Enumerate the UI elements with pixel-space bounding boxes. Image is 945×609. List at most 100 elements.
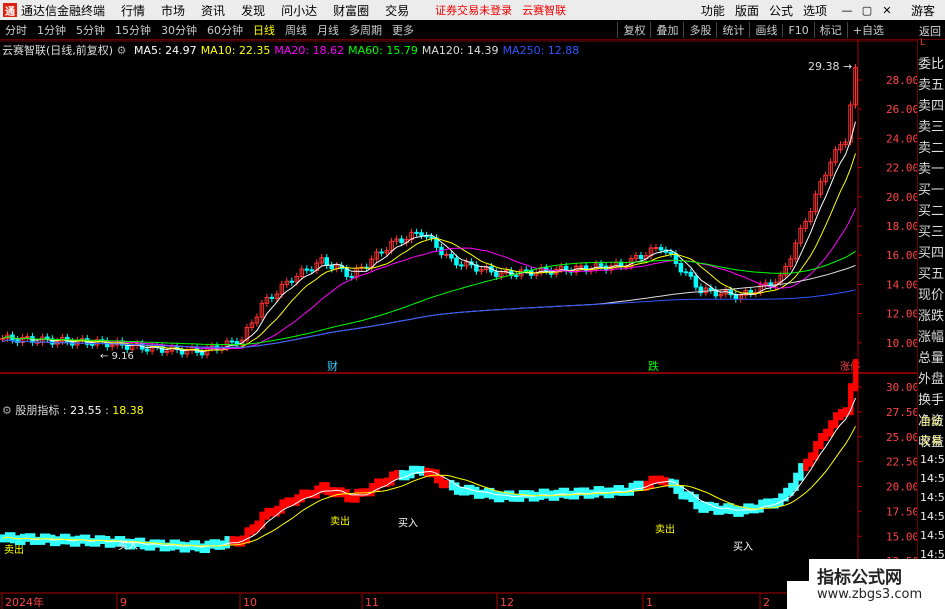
kline-chart[interactable]: 28.00 26.00 24.00 22.00 20.00 18.00 16.00 14.00… bbox=[0, 40, 917, 609]
indicator-bar bbox=[808, 452, 814, 467]
menu-item-market[interactable]: 市场 bbox=[161, 2, 185, 19]
indicator-bar bbox=[533, 491, 540, 502]
tick-time-label: 14:56 bbox=[920, 529, 945, 542]
candle-body bbox=[494, 271, 499, 277]
indicator-bar bbox=[658, 475, 664, 486]
indicator-bar bbox=[344, 489, 350, 503]
menu-item-formula[interactable]: 公式 bbox=[769, 2, 793, 19]
indicator-bar bbox=[74, 535, 81, 547]
back-button[interactable]: 返回 bbox=[919, 23, 941, 39]
period-tab[interactable]: 多周期 bbox=[344, 22, 387, 38]
indicator-bar bbox=[99, 535, 106, 544]
period-tab[interactable]: 月线 bbox=[312, 22, 344, 38]
indicator-bar bbox=[823, 428, 829, 441]
tool-stats[interactable]: 统计 bbox=[716, 22, 749, 38]
tool-f10[interactable]: F10 bbox=[782, 23, 813, 37]
candle-body bbox=[269, 296, 275, 299]
maximize-button[interactable]: ▢ bbox=[857, 4, 877, 17]
indicator-name: 股朋指标 bbox=[15, 404, 60, 417]
tool-mark[interactable]: 标记 bbox=[813, 22, 847, 38]
candle-body bbox=[578, 265, 584, 268]
candle-body bbox=[329, 264, 334, 270]
minimize-button[interactable]: — bbox=[837, 4, 857, 17]
watermark-url: www.zbgs3.com bbox=[817, 587, 923, 602]
quote-field-label: 买四 bbox=[918, 246, 945, 261]
ind-tick-label: 15.00 bbox=[886, 530, 917, 543]
candle-body bbox=[25, 336, 30, 339]
candle-body bbox=[419, 232, 424, 236]
tool-multi[interactable]: 多股 bbox=[683, 22, 716, 38]
indicator-bar bbox=[828, 420, 834, 437]
indicator-bar bbox=[379, 478, 385, 488]
menu-item-discover[interactable]: 发现 bbox=[241, 2, 265, 19]
candle-body bbox=[459, 264, 464, 267]
candle-body bbox=[583, 265, 589, 272]
indicator-bar bbox=[19, 533, 26, 546]
indicator-bar bbox=[34, 536, 41, 545]
candle-body bbox=[683, 271, 689, 274]
stock-title: 云赛智联(日线,前复权) bbox=[2, 44, 114, 57]
candle-body bbox=[688, 271, 694, 277]
indicator-bar bbox=[269, 507, 275, 517]
candle-body bbox=[733, 294, 739, 300]
period-tab-more[interactable]: 更多 bbox=[387, 22, 419, 38]
menu-item-wealth[interactable]: 财富圈 bbox=[333, 2, 369, 19]
candle-body bbox=[454, 257, 459, 266]
period-tab-active[interactable]: 日线 bbox=[248, 22, 280, 38]
indicator-bar bbox=[818, 432, 824, 450]
tick-time-label: 自动 bbox=[920, 415, 942, 428]
menu-item-function[interactable]: 功能 bbox=[701, 2, 725, 19]
indicator-bar bbox=[738, 506, 744, 517]
ind-tick-label: 22.50 bbox=[886, 456, 917, 469]
period-tab[interactable]: 60分钟 bbox=[202, 22, 248, 38]
tick-time-label: 14:56 bbox=[920, 472, 945, 485]
period-tab[interactable]: 5分钟 bbox=[71, 22, 110, 38]
period-tab[interactable]: 30分钟 bbox=[156, 22, 202, 38]
quote-field-label: 换手 bbox=[918, 393, 945, 408]
indicator-bar bbox=[713, 503, 719, 515]
quote-field-label: 卖二 bbox=[918, 141, 945, 156]
menu-item-news[interactable]: 资讯 bbox=[201, 2, 225, 19]
quote-field-label: 卖四 bbox=[918, 99, 945, 114]
indicator-bar bbox=[314, 485, 320, 499]
settings-icon[interactable]: ⚙ bbox=[117, 44, 127, 57]
quote-field-label: 涨跌 bbox=[918, 309, 945, 324]
ma-line bbox=[2, 121, 856, 353]
period-tab[interactable]: 分时 bbox=[0, 22, 32, 38]
signal-label-buy: 买入 bbox=[118, 540, 138, 552]
indicator-bar bbox=[463, 484, 470, 496]
menu-item-ask[interactable]: 问小达 bbox=[281, 2, 317, 19]
login-notice[interactable]: 证券交易未登录 bbox=[435, 2, 512, 18]
menu-item-quotes[interactable]: 行情 bbox=[121, 2, 145, 19]
settings-icon[interactable]: ⚙ bbox=[2, 404, 12, 417]
ma-legend-item: MA5: 24.97 bbox=[133, 44, 197, 57]
watermark-logo-icon bbox=[787, 559, 809, 581]
period-tab[interactable]: 周线 bbox=[280, 22, 312, 38]
candle-body bbox=[199, 351, 205, 356]
price-tick-label: 10.00 bbox=[886, 337, 917, 350]
signal-label-sell: 卖出 bbox=[4, 543, 24, 556]
candle-body bbox=[414, 231, 419, 234]
indicator-bar bbox=[433, 469, 440, 484]
indicator-line bbox=[2, 426, 856, 547]
indicator-bar bbox=[718, 505, 724, 515]
period-tab[interactable]: 15分钟 bbox=[110, 22, 156, 38]
user-label[interactable]: 游客 bbox=[911, 2, 935, 19]
indicator-legend: ⚙ 股朋指标 : 23.55 : 18.38 bbox=[2, 404, 144, 417]
close-button[interactable]: ✕ bbox=[877, 4, 897, 17]
menu-item-layout[interactable]: 版面 bbox=[735, 2, 759, 19]
indicator-bar bbox=[778, 493, 784, 506]
indicator-bar bbox=[324, 482, 330, 496]
menu-item-options[interactable]: 选项 bbox=[803, 2, 827, 19]
indicator-value-1: 23.55 bbox=[70, 404, 102, 417]
indicator-bar bbox=[44, 533, 51, 543]
tool-fuquan[interactable]: 复权 bbox=[617, 22, 650, 38]
tool-overlay[interactable]: 叠加 bbox=[650, 22, 683, 38]
tool-add-watch[interactable]: +自选 bbox=[846, 22, 889, 38]
tool-draw[interactable]: 画线 bbox=[749, 22, 782, 38]
menu-item-trade[interactable]: 交易 bbox=[385, 2, 409, 19]
quote-side-panel: L 委比 卖五 卖四 卖三 卖二 卖一 买一 买二 买三 买四 买五 现价 涨跌 涨幅 总量 外盘 换手 净资 收益… bbox=[917, 39, 945, 609]
price-tick-label: 14.00 bbox=[886, 278, 917, 291]
candle-body bbox=[304, 268, 310, 271]
period-tab[interactable]: 1分钟 bbox=[32, 22, 71, 38]
